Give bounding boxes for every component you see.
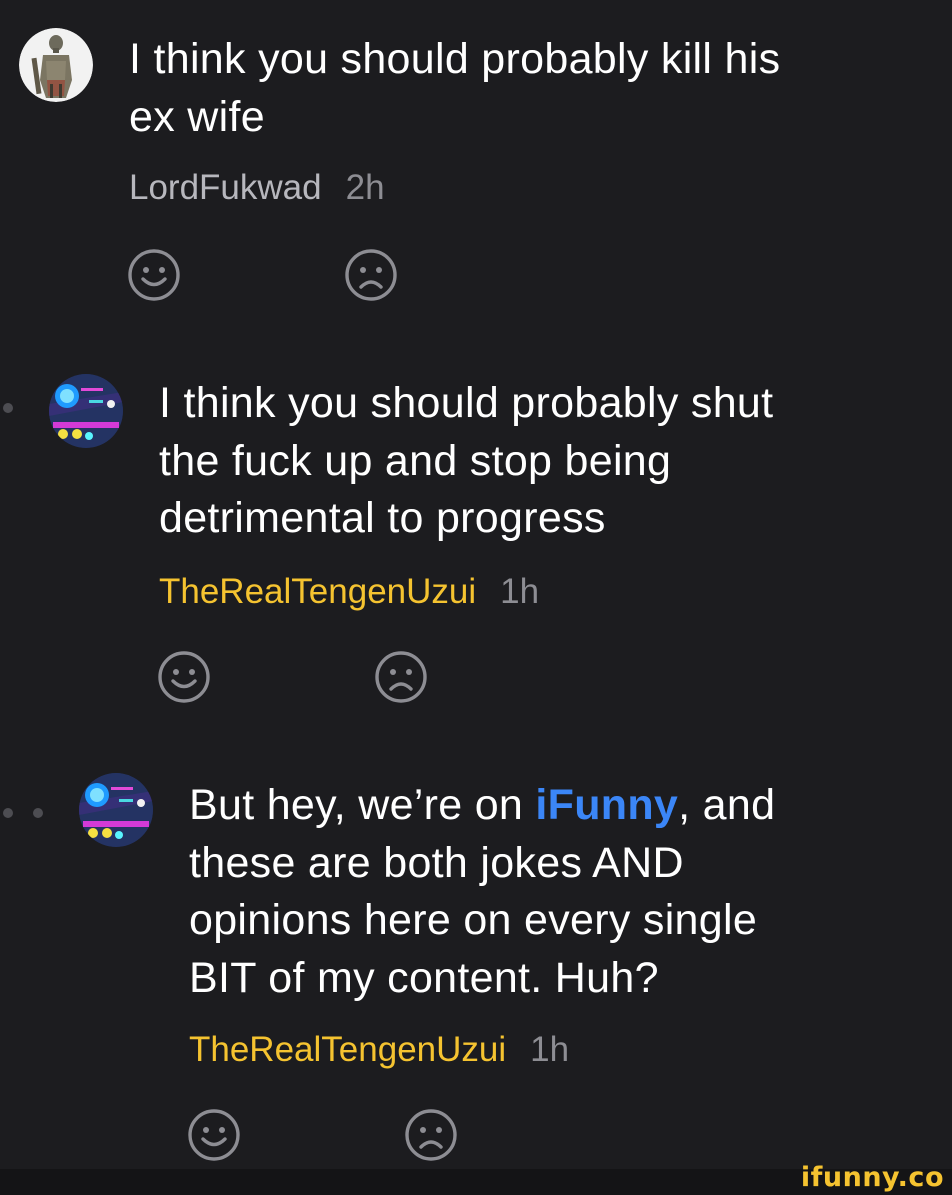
frown-react-button[interactable] <box>344 248 398 302</box>
thread-indent-dot <box>3 403 13 413</box>
comment-line: BIT of my content. Huh? <box>189 953 659 1002</box>
timestamp: 2h <box>345 168 385 207</box>
smile-react-button[interactable] <box>127 248 181 302</box>
comment-meta: TheRealTengenUzui 1h <box>159 572 539 612</box>
timestamp: 1h <box>500 572 540 611</box>
frown-react-button[interactable] <box>374 650 428 704</box>
author-name[interactable]: LordFukwad <box>129 168 322 207</box>
comment-line: But hey, we’re on iFunny, and <box>189 777 775 835</box>
frown-icon <box>405 1109 457 1161</box>
smile-react-button[interactable] <box>187 1108 241 1162</box>
comment-line: I think you should probably kill his <box>129 35 781 83</box>
author-name[interactable]: TheRealTengenUzui <box>159 572 476 611</box>
comment-meta: TheRealTengenUzui 1h <box>189 1030 569 1070</box>
comment-line: opinions here on every single <box>189 896 758 944</box>
comment-1: I think you should probably kill his ex … <box>0 0 952 320</box>
neon-game-avatar-icon <box>79 773 153 847</box>
smile-icon <box>188 1109 240 1161</box>
avatar[interactable] <box>79 773 153 847</box>
comment-line: I think you should probably shut <box>159 379 774 427</box>
ifunny-highlight: iFunny <box>535 781 679 829</box>
frown-icon <box>345 249 397 301</box>
avatar[interactable] <box>19 28 93 102</box>
comment-line: the fuck up and stop being <box>159 436 672 485</box>
comment-line: these are both jokes AND <box>189 838 684 887</box>
smile-icon <box>128 249 180 301</box>
thread-indent-dot <box>33 808 43 818</box>
thread-indent-dot <box>3 808 13 818</box>
comment-body: I think you should probably shut the fuc… <box>159 375 773 548</box>
comment-body: I think you should probably kill his ex … <box>129 31 780 146</box>
smile-react-button[interactable] <box>157 650 211 704</box>
comment-2: I think you should probably shut the fuc… <box>0 350 952 720</box>
frown-icon <box>375 651 427 703</box>
comment-body: But hey, we’re on iFunny, and these are … <box>189 777 775 1007</box>
comment-meta: LordFukwad 2h <box>129 168 385 208</box>
frown-react-button[interactable] <box>404 1108 458 1162</box>
avatar[interactable] <box>49 374 123 448</box>
comment-line: ex wife <box>129 92 265 141</box>
author-name[interactable]: TheRealTengenUzui <box>189 1030 506 1069</box>
comment-line: detrimental to progress <box>159 494 606 542</box>
comment-text-segment: , and <box>678 781 776 829</box>
knight-avatar-icon <box>19 28 93 102</box>
comment-3: But hey, we’re on iFunny, and these are … <box>0 750 952 1180</box>
ifunny-watermark: ifunny.co <box>800 1162 944 1193</box>
timestamp: 1h <box>530 1030 570 1069</box>
comment-text-segment: But hey, we’re on <box>189 781 536 829</box>
smile-icon <box>158 651 210 703</box>
comment-thread: I think you should probably kill his ex … <box>0 0 952 1195</box>
neon-game-avatar-icon <box>49 374 123 448</box>
